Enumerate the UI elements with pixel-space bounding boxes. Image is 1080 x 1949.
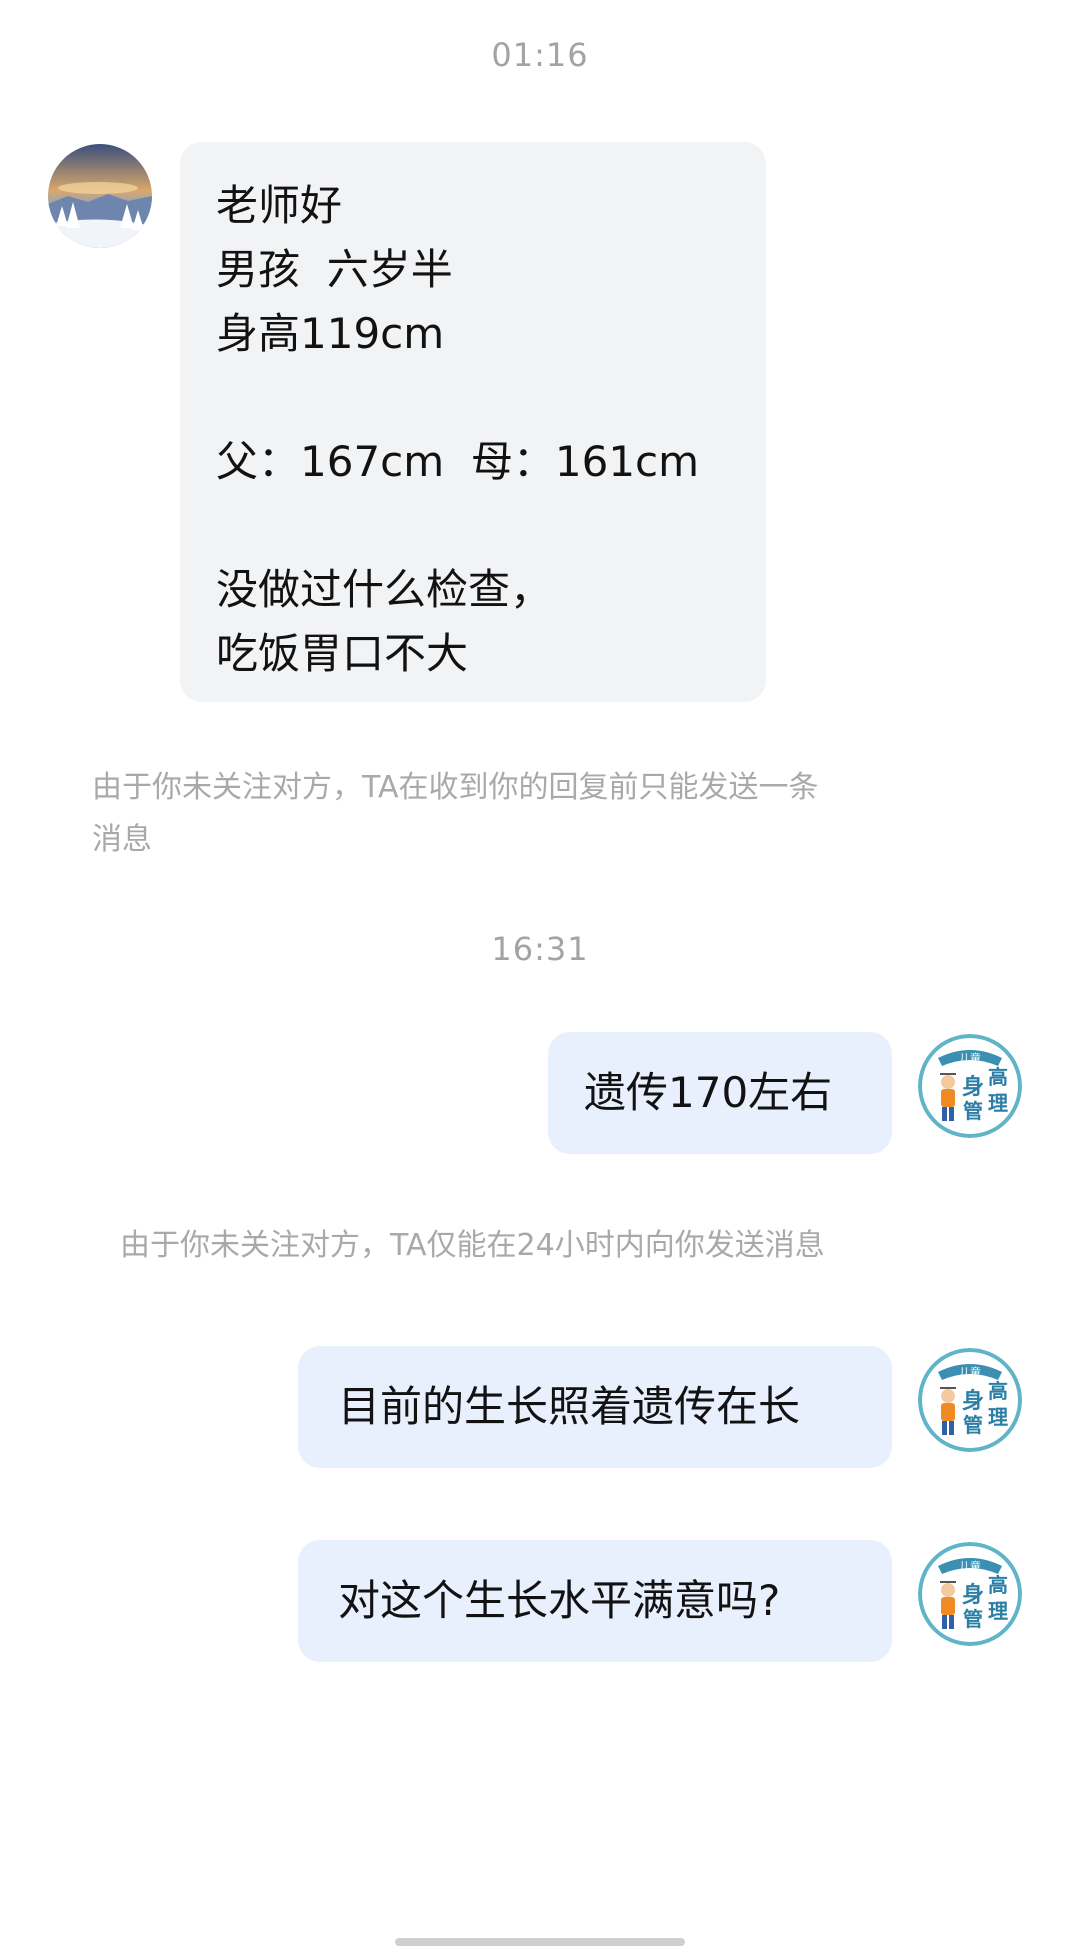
notice-line: 由于你未关注对方，TA在收到你的回复前只能发送一条 bbox=[92, 770, 819, 805]
brand-avatar[interactable]: 儿童 身 高 管 理 bbox=[918, 1034, 1022, 1138]
timestamp: 01:16 bbox=[491, 36, 589, 74]
logo-char: 理 bbox=[988, 1599, 1008, 1623]
brand-avatar[interactable]: 儿童 身 高 管 理 bbox=[918, 1348, 1022, 1452]
logo-top-text: 儿童 bbox=[959, 1051, 981, 1065]
incoming-message-bubble[interactable]: 老师好 男孩 六岁半 身高119cm 父：167cm 母：161cm 没做过什么… bbox=[180, 142, 766, 702]
logo-top-text: 儿童 bbox=[959, 1365, 981, 1379]
logo-char: 高 bbox=[988, 1065, 1008, 1089]
logo-char: 高 bbox=[988, 1573, 1008, 1597]
message-line-blank bbox=[216, 366, 699, 430]
outgoing-message-bubble[interactable]: 对这个生长水平满意吗? bbox=[298, 1540, 892, 1662]
message-line: 父：167cm 母：161cm bbox=[216, 437, 700, 486]
logo-char: 管 bbox=[963, 1607, 983, 1631]
brand-avatar[interactable]: 儿童 身 高 管 理 bbox=[918, 1542, 1022, 1646]
message-text: 对这个生长水平满意吗? bbox=[338, 1576, 781, 1625]
logo-char: 高 bbox=[988, 1379, 1008, 1403]
message-line: 男孩 六岁半 bbox=[216, 245, 453, 294]
logo-char: 管 bbox=[963, 1099, 983, 1123]
outgoing-message-bubble[interactable]: 目前的生长照着遗传在长 bbox=[298, 1346, 892, 1468]
outgoing-message-bubble[interactable]: 遗传170左右 bbox=[548, 1032, 892, 1154]
logo-char: 身 bbox=[962, 1074, 984, 1100]
logo-char: 理 bbox=[988, 1405, 1008, 1429]
system-notice: 由于你未关注对方，TA在收到你的回复前只能发送一条 消息 bbox=[92, 762, 992, 866]
logo-char: 理 bbox=[988, 1091, 1008, 1115]
logo-char: 身 bbox=[962, 1582, 984, 1608]
child-height-logo-icon: 儿童 身 高 管 理 bbox=[918, 1034, 1022, 1138]
logo-char: 身 bbox=[962, 1388, 984, 1414]
message-line: 吃饭胃口不大 bbox=[216, 629, 469, 678]
child-height-logo-icon: 儿童 身 高 管 理 bbox=[918, 1348, 1022, 1452]
sender-avatar[interactable] bbox=[48, 144, 152, 248]
notice-line: 消息 bbox=[92, 822, 152, 857]
message-line: 身高119cm bbox=[216, 309, 445, 358]
system-notice: 由于你未关注对方，TA仅能在24小时内向你发送消息 bbox=[120, 1228, 825, 1263]
timestamp: 16:31 bbox=[491, 930, 589, 968]
message-line-blank bbox=[216, 494, 699, 558]
message-text: 目前的生长照着遗传在长 bbox=[338, 1382, 801, 1431]
child-height-logo-icon: 儿童 身 高 管 理 bbox=[918, 1542, 1022, 1646]
logo-top-text: 儿童 bbox=[959, 1559, 981, 1573]
logo-char: 管 bbox=[963, 1413, 983, 1437]
message-line: 没做过什么检查， bbox=[216, 565, 553, 614]
message-text: 遗传170左右 bbox=[584, 1068, 833, 1117]
message-line: 老师好 bbox=[216, 181, 343, 230]
winter-landscape-icon bbox=[48, 144, 152, 248]
home-indicator[interactable] bbox=[395, 1938, 685, 1946]
